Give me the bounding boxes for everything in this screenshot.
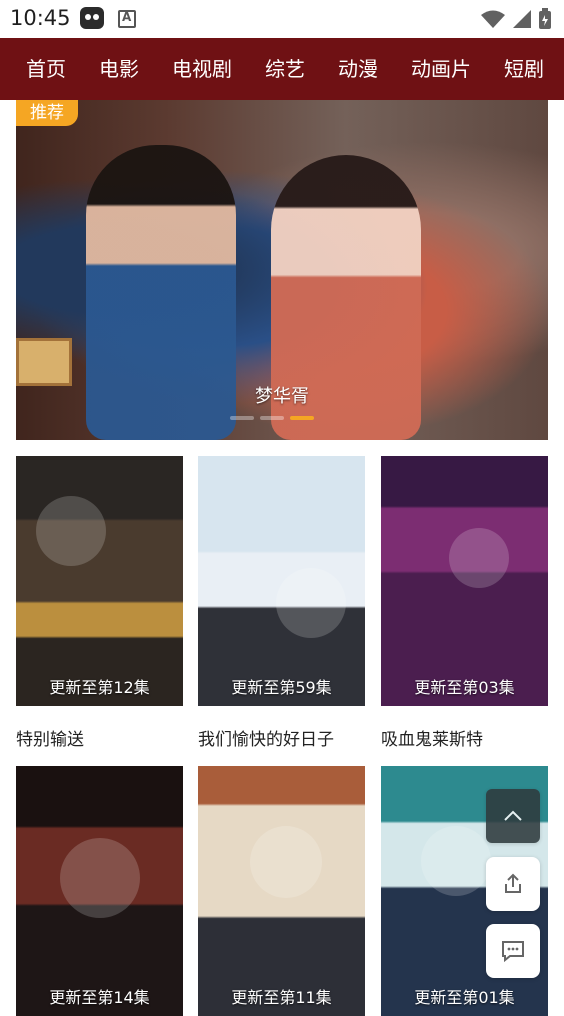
episode-update-label: 更新至第11集 [231, 988, 332, 1007]
share-icon [505, 873, 521, 893]
video-poster[interactable]: 更新至第12集 [16, 456, 183, 706]
tab-short-drama[interactable]: 短剧 [504, 38, 544, 100]
video-card[interactable]: 更新至第59集 我们愉快的好日子 [198, 456, 365, 750]
video-title[interactable]: 特别输送 [16, 725, 183, 750]
tab-movies[interactable]: 电影 [99, 38, 139, 100]
video-poster[interactable]: 更新至第59集 [198, 456, 365, 706]
app-notification-icon [80, 7, 104, 29]
poster-decoration [276, 568, 346, 638]
tab-anime[interactable]: 动漫 [338, 38, 378, 100]
tab-animation[interactable]: 动画片 [411, 38, 471, 100]
carousel-dot[interactable] [260, 416, 284, 420]
cellular-icon [513, 10, 531, 28]
video-poster[interactable]: 更新至第14集 [16, 766, 183, 1016]
video-poster[interactable]: 更新至第11集 [198, 766, 365, 1016]
poster-decoration [60, 838, 140, 918]
comment-button[interactable] [486, 924, 540, 978]
tab-home[interactable]: 首页 [26, 38, 66, 100]
carousel-indicator [230, 416, 314, 420]
status-time: 10:45 [10, 6, 71, 30]
video-poster[interactable]: 更新至第03集 [381, 456, 548, 706]
keyboard-notification-icon [118, 10, 136, 28]
comment-icon [502, 941, 524, 963]
banner-sign-decoration [16, 338, 72, 386]
episode-update-label: 更新至第14集 [49, 988, 150, 1007]
category-nav-bar: 首页 电影 电视剧 综艺 动漫 动画片 短剧 [0, 38, 564, 100]
category-tabs: 首页 电影 电视剧 综艺 动漫 动画片 短剧 [26, 38, 564, 100]
episode-update-label: 更新至第01集 [414, 988, 515, 1007]
share-button[interactable] [486, 857, 540, 911]
battery-icon [539, 8, 551, 29]
video-card[interactable]: 更新至第14集 [16, 766, 183, 1016]
wifi-icon [481, 10, 505, 28]
video-card[interactable]: 更新至第12集 特别输送 [16, 456, 183, 750]
recommended-badge: 推荐 [16, 100, 78, 126]
poster-decoration [449, 528, 509, 588]
poster-decoration [250, 826, 322, 898]
video-title[interactable]: 我们愉快的好日子 [198, 725, 365, 750]
poster-decoration [36, 496, 106, 566]
carousel-dot[interactable] [230, 416, 254, 420]
poster-decoration [421, 826, 491, 896]
chevron-up-icon [504, 810, 522, 821]
featured-banner[interactable]: 推荐 梦华胥 [16, 100, 548, 440]
video-card[interactable]: 更新至第03集 吸血鬼莱斯特 [381, 456, 548, 750]
episode-update-label: 更新至第03集 [414, 678, 515, 697]
carousel-dot-active[interactable] [290, 416, 314, 420]
banner-title: 梦华胥 [255, 386, 309, 407]
tab-tv-series[interactable]: 电视剧 [172, 38, 232, 100]
status-icons [480, 8, 552, 30]
episode-update-label: 更新至第12集 [49, 678, 150, 697]
scroll-to-top-button[interactable] [486, 789, 540, 843]
tab-variety[interactable]: 综艺 [265, 38, 305, 100]
video-title[interactable]: 吸血鬼莱斯特 [381, 725, 548, 750]
episode-update-label: 更新至第59集 [231, 678, 332, 697]
status-bar: 10:45 [0, 0, 564, 38]
video-card[interactable]: 更新至第11集 [198, 766, 365, 1016]
